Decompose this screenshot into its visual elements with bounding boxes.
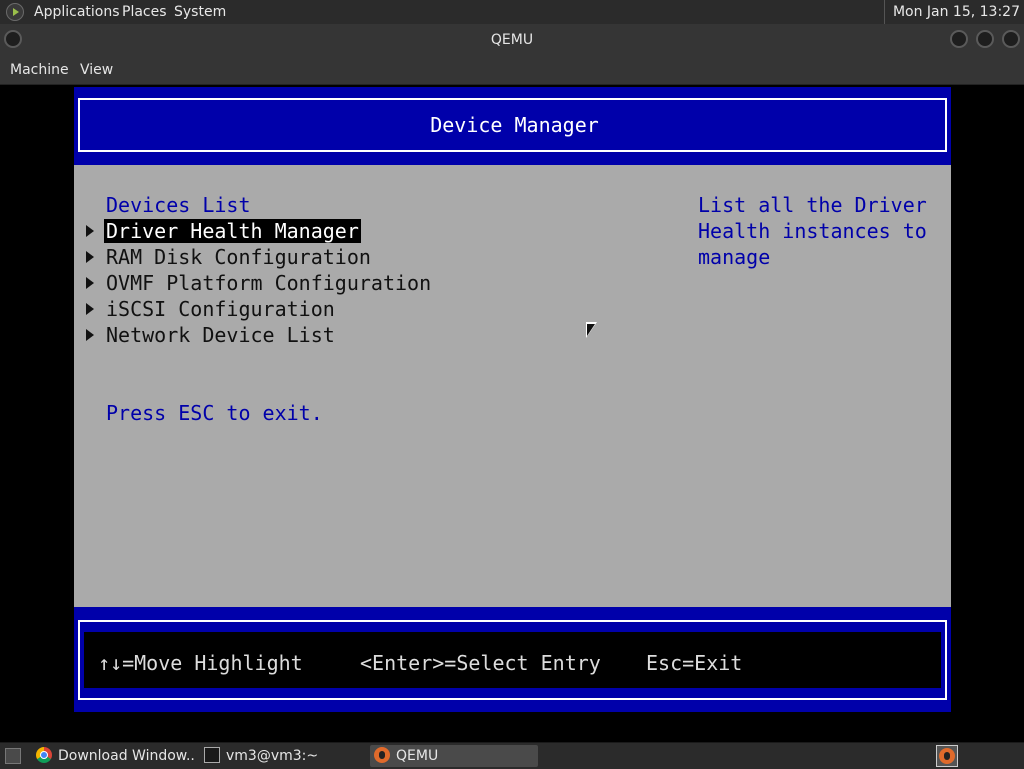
submenu-arrow-icon bbox=[86, 303, 94, 315]
submenu-arrow-icon bbox=[86, 329, 94, 341]
taskbar-item-qemu[interactable]: QEMU bbox=[370, 745, 538, 767]
key-help-bar: ↑↓=Move Highlight <Enter>=Select Entry E… bbox=[84, 632, 941, 688]
qemu-icon bbox=[939, 748, 955, 764]
device-entry-network-device-list[interactable]: Network Device List bbox=[106, 322, 335, 348]
top-panel: Applications Places System Mon Jan 15, 1… bbox=[0, 0, 1024, 24]
submenu-arrow-icon bbox=[86, 251, 94, 263]
device-entry-iscsi-configuration[interactable]: iSCSI Configuration bbox=[106, 296, 335, 322]
bios-footer: ↑↓=Move Highlight <Enter>=Select Entry E… bbox=[74, 607, 951, 712]
window-titlebar[interactable]: QEMU bbox=[0, 24, 1024, 56]
page-title: Device Manager bbox=[430, 113, 599, 137]
applications-menu-icon[interactable] bbox=[6, 3, 24, 21]
maximize-button[interactable] bbox=[976, 30, 994, 48]
task-label: vm3@vm3:~ bbox=[226, 748, 319, 764]
entry-label: Driver Health Manager bbox=[104, 219, 361, 243]
minimize-button[interactable] bbox=[950, 30, 968, 48]
help-panel-text: List all the Driver Health instances to … bbox=[698, 193, 927, 269]
task-label: Download Window... bbox=[58, 748, 196, 764]
places-menu[interactable]: Places bbox=[122, 0, 167, 24]
device-entry-ram-disk-configuration[interactable]: RAM Disk Configuration bbox=[106, 244, 371, 270]
device-entry-driver-health-manager[interactable]: Driver Health Manager bbox=[104, 218, 361, 244]
key-hint-exit: Esc=Exit bbox=[646, 651, 743, 675]
qemu-menubar: Machine View bbox=[0, 56, 1024, 85]
taskbar-item-download[interactable]: Download Window... bbox=[36, 745, 196, 767]
clock[interactable]: Mon Jan 15, 13:27 bbox=[883, 0, 1020, 24]
header-frame: Device Manager bbox=[78, 98, 947, 152]
footer-frame: ↑↓=Move Highlight <Enter>=Select Entry E… bbox=[78, 620, 947, 700]
devices-list-title: Devices List bbox=[106, 193, 251, 217]
machine-menu[interactable]: Machine bbox=[10, 56, 69, 84]
submenu-arrow-icon bbox=[86, 277, 94, 289]
terminal-icon bbox=[204, 747, 220, 763]
tray-qemu-button[interactable] bbox=[936, 745, 958, 767]
esc-hint: Press ESC to exit. bbox=[106, 401, 323, 425]
vm-display[interactable]: Device Manager Devices List Driver Healt… bbox=[0, 85, 1024, 742]
task-label: QEMU bbox=[396, 748, 439, 764]
bios-header: Device Manager bbox=[74, 87, 951, 165]
device-manager-screen: Device Manager Devices List Driver Healt… bbox=[74, 87, 951, 712]
device-entry-ovmf-platform-configuration[interactable]: OVMF Platform Configuration bbox=[106, 270, 431, 296]
system-menu[interactable]: System bbox=[174, 0, 226, 24]
close-button[interactable] bbox=[1002, 30, 1020, 48]
desktop-icon bbox=[5, 748, 21, 764]
qemu-icon bbox=[374, 747, 390, 763]
chrome-icon bbox=[36, 747, 52, 763]
show-desktop-button[interactable] bbox=[2, 745, 24, 767]
applications-menu[interactable]: Applications bbox=[34, 0, 120, 24]
taskbar-item-terminal[interactable]: vm3@vm3:~ bbox=[204, 745, 364, 767]
window-title: QEMU bbox=[490, 32, 534, 48]
key-hint-move: ↑↓=Move Highlight bbox=[98, 651, 303, 675]
key-hint-enter: <Enter>=Select Entry bbox=[360, 651, 601, 675]
view-menu[interactable]: View bbox=[80, 56, 113, 84]
taskbar: Download Window... vm3@vm3:~ QEMU bbox=[0, 742, 1024, 769]
submenu-arrow-icon bbox=[86, 225, 94, 237]
